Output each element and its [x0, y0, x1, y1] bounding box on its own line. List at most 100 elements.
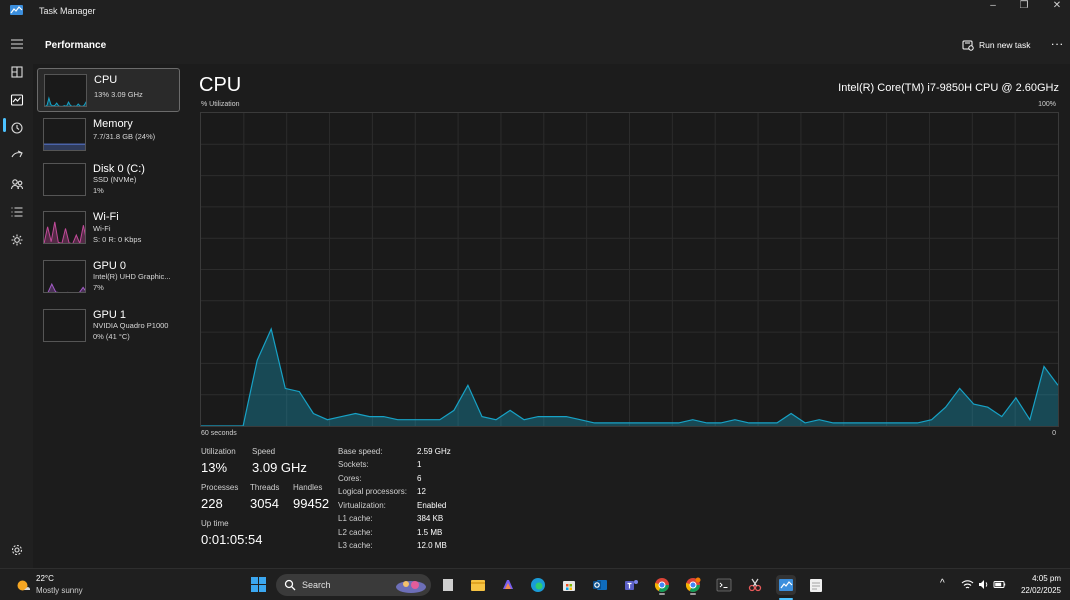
resource-item-memory[interactable]: Memory 7.7/31.8 GB (24%) [37, 113, 180, 157]
users-nav-icon[interactable] [6, 173, 28, 195]
more-options-button[interactable]: ... [1051, 34, 1064, 48]
resource-name: Disk 0 (C:) [93, 163, 145, 175]
startup-apps-nav-icon[interactable] [6, 145, 28, 167]
resource-item-gpu0[interactable]: GPU 0 Intel(R) UHD Graphic... 7% [37, 255, 180, 299]
l1-cache-label: L1 cache: [338, 514, 373, 523]
weather-temperature[interactable]: 22°C [36, 574, 54, 583]
memory-mini-graph [43, 118, 86, 151]
resource-item-disk[interactable]: Disk 0 (C:) SSD (NVMe) 1% [37, 158, 180, 202]
resource-detail: NVIDIA Quadro P1000 [93, 321, 169, 330]
resource-detail: Wi-Fi [93, 224, 111, 233]
microsoft-store-icon[interactable] [559, 575, 579, 595]
page-title: Performance [45, 40, 107, 51]
utilization-label: Utilization [201, 447, 236, 456]
run-task-icon [962, 40, 974, 51]
sockets-label: Sockets: [338, 460, 369, 469]
handles-label: Handles [293, 483, 323, 492]
clock-time[interactable]: 4:05 pm [1032, 574, 1061, 583]
gpu0-mini-graph [43, 260, 86, 293]
cpu-heading: CPU [199, 74, 242, 96]
file-explorer-icon[interactable] [468, 575, 488, 595]
task-manager-icon[interactable] [776, 575, 796, 595]
resource-item-gpu1[interactable]: GPU 1 NVIDIA Quadro P1000 0% (41 °C) [37, 304, 180, 348]
weather-description[interactable]: Mostly sunny [36, 586, 83, 595]
restore-button[interactable]: ❐ [1009, 0, 1039, 14]
run-new-task-label: Run new task [979, 40, 1031, 50]
taskbar-search-box[interactable]: Search [276, 574, 431, 596]
details-nav-icon[interactable] [6, 201, 28, 223]
notepad-icon[interactable] [806, 575, 826, 595]
terminal-icon[interactable] [714, 575, 734, 595]
speaker-icon[interactable] [977, 578, 990, 591]
clock-date[interactable]: 22/02/2025 [1021, 586, 1061, 595]
run-new-task-button[interactable]: Run new task [962, 37, 1031, 53]
uptime-label: Up time [201, 519, 229, 528]
windows-start-icon[interactable] [250, 576, 267, 593]
sun-weather-icon[interactable] [14, 577, 31, 594]
copilot-icon[interactable] [498, 575, 518, 595]
logical-processors-value: 12 [417, 487, 426, 496]
virtualization-value: Enabled [417, 501, 447, 510]
mini-graph-fill [44, 144, 85, 150]
speed-label: Speed [252, 447, 276, 456]
disk-mini-graph [43, 163, 86, 196]
task-manager-app-icon [10, 5, 23, 15]
x-axis-zero-label: 0 [1052, 430, 1056, 437]
cpu-utilization-chart [201, 113, 1059, 427]
sockets-value: 1 [417, 460, 422, 469]
logical-processors-label: Logical processors: [338, 487, 407, 496]
threads-label: Threads [250, 483, 280, 492]
performance-nav-icon[interactable] [6, 89, 28, 111]
settings-gear-icon[interactable] [6, 539, 28, 561]
snipping-tool-icon[interactable] [745, 575, 765, 595]
resource-name: GPU 0 [93, 260, 127, 272]
outlook-icon[interactable] [590, 575, 610, 595]
resource-detail: 7.7/31.8 GB (24%) [93, 132, 156, 141]
file-icon[interactable] [438, 575, 458, 595]
speed-value: 3.09 GHz [252, 460, 307, 475]
services-nav-icon[interactable] [6, 229, 28, 251]
minimize-button[interactable]: – [978, 0, 1008, 14]
base-speed-label: Base speed: [338, 447, 383, 456]
resource-item-wifi[interactable]: Wi-Fi Wi-Fi S: 0 R: 0 Kbps [37, 206, 180, 250]
close-button[interactable]: ✕ [1042, 0, 1070, 14]
app-history-nav-icon[interactable] [6, 117, 28, 139]
y-axis-label: % Utilization [201, 101, 240, 108]
navigation-rail [0, 24, 33, 568]
wifi-icon[interactable] [961, 578, 974, 591]
show-hidden-icons-chevron-icon[interactable]: ^ [940, 578, 945, 589]
taskbar: 22°C Mostly sunny Search ^ 4:05 pm 22/02… [0, 568, 1070, 600]
resource-detail-2: S: 0 R: 0 Kbps [93, 235, 142, 244]
chrome-profile-icon[interactable] [683, 575, 703, 595]
processes-nav-icon[interactable] [6, 61, 28, 83]
mini-graph-area [44, 221, 85, 243]
hamburger-menu-icon[interactable] [6, 33, 28, 55]
cpu-mini-graph [44, 74, 87, 107]
resource-detail-2: 1% [93, 186, 104, 195]
battery-icon[interactable] [993, 578, 1006, 591]
utilization-value: 13% [201, 460, 228, 475]
title-bar: Task Manager – ❐ ✕ [0, 0, 1070, 24]
search-label: Search [302, 580, 331, 590]
chrome-icon[interactable] [652, 575, 672, 595]
base-speed-value: 2.59 GHz [417, 447, 451, 456]
resource-name: Wi-Fi [93, 211, 119, 223]
cores-label: Cores: [338, 474, 362, 483]
teams-icon[interactable] [621, 575, 641, 595]
l3-cache-value: 12.0 MB [417, 541, 447, 550]
resource-name: CPU [94, 74, 118, 86]
cpu-detail-panel: CPU Intel(R) Core(TM) i7-9850H CPU @ 2.6… [185, 64, 1070, 568]
l1-cache-value: 384 KB [417, 514, 444, 523]
resource-list: CPU 13% 3.09 GHz Memory 7.7/31.8 GB (24%… [33, 64, 185, 568]
wifi-mini-graph [43, 211, 86, 244]
resource-item-cpu[interactable]: CPU 13% 3.09 GHz [37, 68, 180, 112]
virtualization-label: Virtualization: [338, 501, 386, 510]
l3-cache-label: L3 cache: [338, 541, 373, 550]
resource-detail: SSD (NVMe) [93, 175, 137, 184]
page-header: Performance Run new task ... [33, 24, 1070, 64]
edge-icon[interactable] [528, 575, 548, 595]
resource-detail-2: 7% [93, 283, 104, 292]
l2-cache-label: L2 cache: [338, 528, 373, 537]
cpu-model-name: Intel(R) Core(TM) i7-9850H CPU @ 2.60GHz [838, 82, 1059, 94]
search-highlight-art-icon [396, 581, 426, 593]
